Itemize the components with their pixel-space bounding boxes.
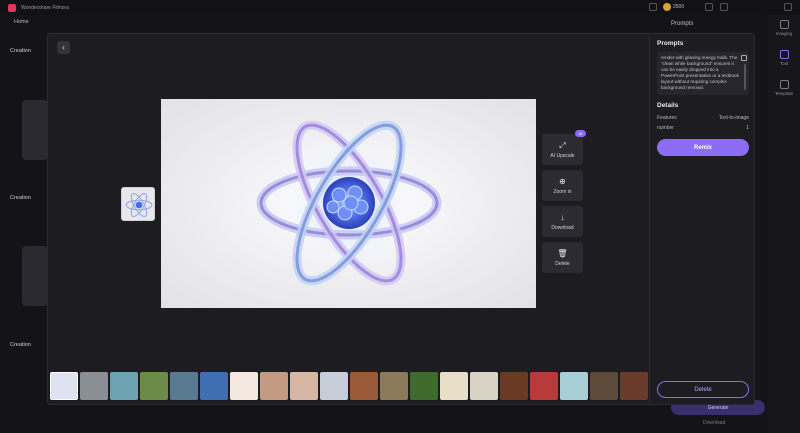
window-icon[interactable]	[649, 3, 657, 11]
selected-thumbnail[interactable]	[121, 187, 155, 221]
thumbnail-item[interactable]	[110, 372, 138, 400]
ai-upscale-button[interactable]: AI ⤢ AI Upscale	[542, 130, 586, 165]
rail-label: Imaging	[775, 31, 792, 36]
tool-icon	[779, 50, 789, 59]
thumbnail-item[interactable]	[260, 372, 288, 400]
action-label: Zoom in	[553, 188, 572, 195]
thumbnail-item[interactable]	[170, 372, 198, 400]
thumbnail-item[interactable]	[470, 372, 498, 400]
thumbnail-item[interactable]	[80, 372, 108, 400]
background-prompts-title: Prompts	[671, 21, 694, 27]
thumbnail-item[interactable]	[410, 372, 438, 400]
thumbnail-item[interactable]	[140, 372, 168, 400]
prompt-text-box[interactable]: render with glowing energy trails. The "…	[657, 52, 749, 95]
atom-illustration	[256, 120, 442, 286]
thumbnail-item[interactable]	[50, 372, 78, 400]
app-window: Wondershare Filmora 2500 Home Creation C…	[0, 0, 800, 433]
thumbnail-item[interactable]	[230, 372, 258, 400]
copy-icon[interactable]	[741, 55, 747, 61]
ai-badge: AI	[575, 130, 586, 137]
generated-image	[161, 99, 536, 308]
close-icon[interactable]	[784, 3, 792, 11]
detail-row-number: number 1	[657, 125, 749, 131]
detail-label: Features	[657, 115, 677, 121]
image-actions: AI ⤢ AI Upscale ⊕ Zoom in ↓ Download 🗑 D…	[542, 130, 586, 278]
template-icon	[779, 80, 789, 89]
action-label: Download	[551, 224, 574, 231]
feed-section-label: Creation	[10, 342, 31, 348]
download-icon: ↓	[560, 212, 565, 222]
delete-button[interactable]: Delete	[657, 381, 749, 398]
settings-icon[interactable]	[720, 3, 728, 11]
details-panel: Prompts render with glowing energy trail…	[649, 34, 756, 406]
thumbnail-item[interactable]	[620, 372, 648, 400]
thumbnail-item[interactable]	[290, 372, 318, 400]
background-feed: Creation Creation Creation	[0, 30, 48, 433]
prompt-text: render with glowing energy trails. The "…	[661, 55, 739, 90]
user-icon[interactable]	[705, 3, 713, 11]
back-button[interactable]: ‹	[57, 41, 70, 54]
detail-label: number	[657, 125, 674, 131]
thumbnail-item[interactable]	[590, 372, 618, 400]
background-download-link[interactable]: Download	[703, 420, 725, 426]
rail-label: Tool	[779, 61, 789, 66]
prompts-title: Prompts	[657, 40, 684, 47]
thumbnail-item[interactable]	[380, 372, 408, 400]
app-name: Wondershare Filmora	[21, 4, 69, 11]
right-rail: Imaging Tool Template	[767, 15, 800, 433]
coin-icon	[663, 3, 671, 11]
detail-row-features: Features Text-to-image	[657, 115, 749, 121]
coin-balance: 2500	[673, 4, 685, 10]
thumbnail-item[interactable]	[320, 372, 348, 400]
detail-value: 1	[746, 125, 749, 131]
home-link[interactable]: Home	[14, 19, 29, 25]
feed-section-label: Creation	[10, 195, 31, 201]
nav-bar: Home	[0, 15, 660, 29]
zoom-in-button[interactable]: ⊕ Zoom in	[542, 170, 583, 201]
rail-item-tool[interactable]: Tool	[771, 50, 797, 66]
thumbnail-item[interactable]	[200, 372, 228, 400]
remix-button[interactable]: Remix	[657, 139, 749, 156]
feed-section-label: Creation	[10, 48, 31, 54]
thumbnail-item[interactable]	[530, 372, 558, 400]
thumbnail-item[interactable]	[350, 372, 378, 400]
prompt-scrollbar[interactable]	[744, 64, 746, 90]
feed-card	[22, 100, 48, 160]
action-label: AI Upscale	[550, 152, 575, 159]
upscale-icon: ⤢	[559, 140, 566, 150]
rail-label: Template	[774, 91, 794, 96]
download-button[interactable]: ↓ Download	[542, 206, 583, 237]
feed-card	[22, 246, 48, 306]
chevron-left-icon: ‹	[62, 43, 65, 52]
details-title: Details	[657, 102, 679, 109]
atom-thumbnail-image	[125, 193, 153, 217]
thumbnail-strip	[50, 371, 648, 401]
thumbnail-item[interactable]	[500, 372, 528, 400]
detail-value: Text-to-image	[718, 115, 749, 121]
image-viewer-modal: ‹ AI ⤢ AI Upscale ⊕ Zoom in ↓ Download 🗑…	[47, 33, 756, 406]
rail-item-template[interactable]: Template	[771, 80, 797, 96]
delete-image-button[interactable]: 🗑 Delete	[542, 242, 583, 273]
action-label: Delete	[555, 260, 570, 267]
thumbnail-item[interactable]	[440, 372, 468, 400]
rail-item-imaging[interactable]: Imaging	[771, 20, 797, 36]
image-icon	[779, 20, 789, 29]
trash-icon: 🗑	[557, 248, 568, 258]
zoom-in-icon: ⊕	[559, 176, 566, 186]
thumbnail-item[interactable]	[560, 372, 588, 400]
app-logo	[8, 3, 16, 12]
